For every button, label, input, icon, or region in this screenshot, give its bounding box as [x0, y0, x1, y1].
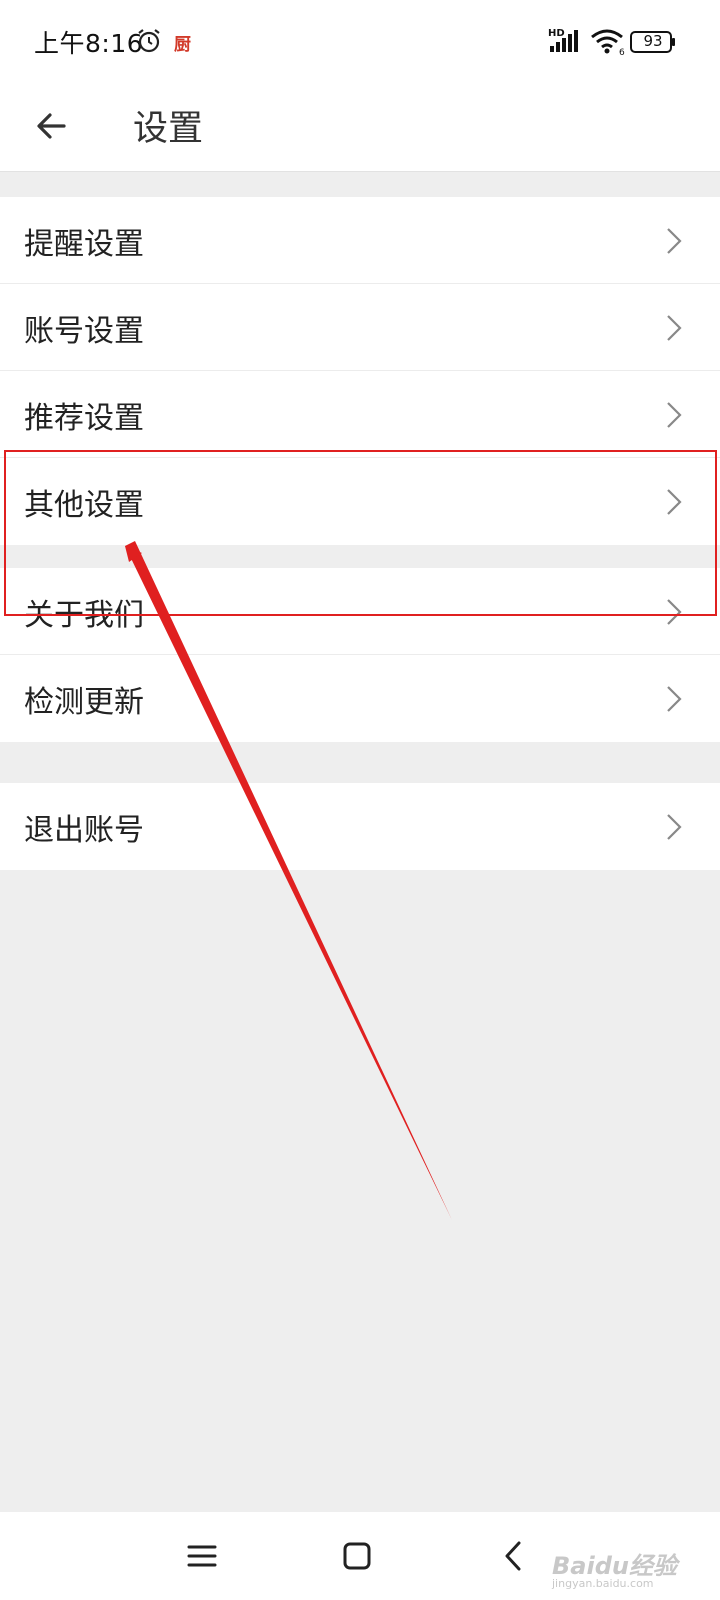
app-notification-badge: 厨 — [174, 35, 191, 55]
menu-item-other-settings[interactable]: 其他设置 — [0, 458, 720, 545]
menu-item-label: 推荐设置 — [24, 401, 144, 436]
wifi-icon: 6 — [591, 29, 625, 56]
battery-level: 93 — [643, 32, 663, 50]
svg-text:6: 6 — [619, 48, 625, 56]
menu-item-check-update[interactable]: 检测更新 — [0, 655, 720, 742]
app-header: 设置 — [0, 84, 720, 172]
menu-group-about: 关于我们 检测更新 — [0, 568, 720, 742]
signal-icon — [550, 30, 578, 52]
status-bar: 上午8:16 厨 HD 6 93 — [0, 0, 720, 84]
alarm-icon — [138, 29, 160, 53]
menu-item-label: 提醒设置 — [24, 227, 144, 262]
home-square-icon[interactable] — [339, 1538, 375, 1574]
status-time: 上午8:16 — [34, 29, 144, 58]
chevron-right-icon — [667, 402, 682, 428]
menu-item-account-settings[interactable]: 账号设置 — [0, 284, 720, 371]
page-title: 设置 — [133, 109, 204, 149]
menu-item-label: 检测更新 — [24, 685, 144, 720]
chevron-right-icon — [667, 814, 682, 840]
menu-group-settings: 提醒设置 账号设置 推荐设置 其他设置 — [0, 197, 720, 545]
watermark-url: jingyan.baidu.com — [552, 1577, 654, 1590]
menu-group-logout: 退出账号 — [0, 783, 720, 870]
menu-item-label: 账号设置 — [24, 314, 144, 349]
menu-item-label: 退出账号 — [24, 813, 144, 848]
chevron-right-icon — [667, 228, 682, 254]
menu-item-recommend-settings[interactable]: 推荐设置 — [0, 371, 720, 458]
chevron-right-icon — [667, 315, 682, 341]
menu-item-about-us[interactable]: 关于我们 — [0, 568, 720, 655]
watermark-brand: Baidu经验 — [552, 1552, 677, 1580]
chevron-right-icon — [667, 686, 682, 712]
chevron-right-icon — [667, 489, 682, 515]
menu-item-label: 其他设置 — [24, 488, 144, 523]
annotation-arrowhead — [125, 546, 142, 562]
menu-item-reminder-settings[interactable]: 提醒设置 — [0, 197, 720, 284]
menu-item-label: 关于我们 — [24, 598, 144, 633]
menu-lines-icon[interactable] — [184, 1538, 220, 1574]
back-chevron-icon[interactable] — [496, 1538, 532, 1574]
back-arrow-icon[interactable] — [30, 104, 74, 148]
menu-item-logout[interactable]: 退出账号 — [0, 783, 720, 870]
chevron-right-icon — [667, 599, 682, 625]
